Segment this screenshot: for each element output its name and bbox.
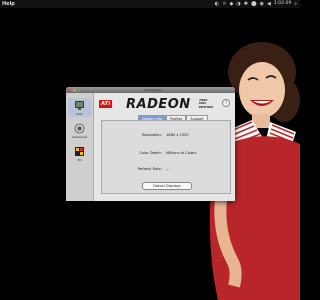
3d-icon [74, 145, 86, 157]
sidebar-item-3d[interactable]: 3D [68, 145, 91, 162]
sidebar: Info Advanced 3D [66, 93, 94, 201]
menu-extra-icon[interactable]: ◑ [236, 0, 240, 8]
sidebar-item-label: Advanced [72, 135, 87, 139]
display-info-panel: Resolution: 1680 x 1050 Color Depth: Mil… [101, 120, 231, 194]
radeon-logo-text: RADEON [126, 97, 191, 112]
color-depth-label: Color Depth: [139, 151, 162, 155]
sidebar-item-label: 3D [77, 158, 82, 162]
menu-extra-icon[interactable]: ◉ [260, 0, 264, 8]
menu-app-name[interactable]: Help [0, 0, 15, 8]
menu-extra-icon[interactable]: ☼ [222, 0, 226, 8]
refresh-rate-label: Refresh Rate: [137, 167, 162, 171]
model-line: EDITION [199, 104, 213, 109]
menu-extra-icon[interactable]: ◆ [230, 0, 234, 8]
ati-displays-window: ATI Displays Info Advanced 3D ATi RADEON… [66, 87, 235, 201]
detect-displays-button[interactable]: Detect Displays [142, 182, 192, 190]
sidebar-item-advanced[interactable]: Advanced [68, 122, 91, 139]
advanced-icon [74, 122, 86, 134]
display-info-icon [74, 99, 86, 111]
refresh-rate-value: -- [166, 167, 169, 171]
menu-extra-icon[interactable]: ◐ [215, 0, 219, 8]
window-title: ATI Displays [144, 88, 163, 92]
resolution-value: 1680 x 1050 [166, 133, 189, 137]
close-button[interactable] [68, 88, 71, 92]
menu-extra-icon[interactable]: ✱ [244, 0, 248, 8]
menu-bar: Help ◐ ☼ ◆ ◑ ✱ ⬤ ◉ ◀ 1:02:09 ⌕ [0, 0, 300, 8]
menu-extra-icon[interactable]: ◀ [267, 0, 271, 8]
minimize-button[interactable] [72, 88, 76, 92]
menu-extras: ◐ ☼ ◆ ◑ ✱ ⬤ ◉ ◀ 1:02:09 ⌕ [215, 0, 300, 8]
menu-clock[interactable]: 1:02:09 [274, 0, 291, 8]
model-badge: 7000 MAC EDITION [199, 98, 213, 109]
help-button[interactable]: ? [222, 99, 230, 107]
sidebar-item-label: Info [76, 112, 83, 116]
sidebar-item-info[interactable]: Info [68, 98, 91, 117]
menu-extra-icon[interactable]: ⬤ [251, 0, 257, 8]
resolution-label: Resolution: [142, 133, 162, 137]
content-area: ATi RADEON 7000 MAC EDITION ? Display In… [94, 93, 235, 201]
ati-logo: ATi [99, 100, 112, 108]
color-depth-value: Millions of Colors [166, 151, 197, 155]
spotlight-icon[interactable]: ⌕ [294, 0, 297, 8]
zoom-button[interactable] [77, 88, 80, 92]
